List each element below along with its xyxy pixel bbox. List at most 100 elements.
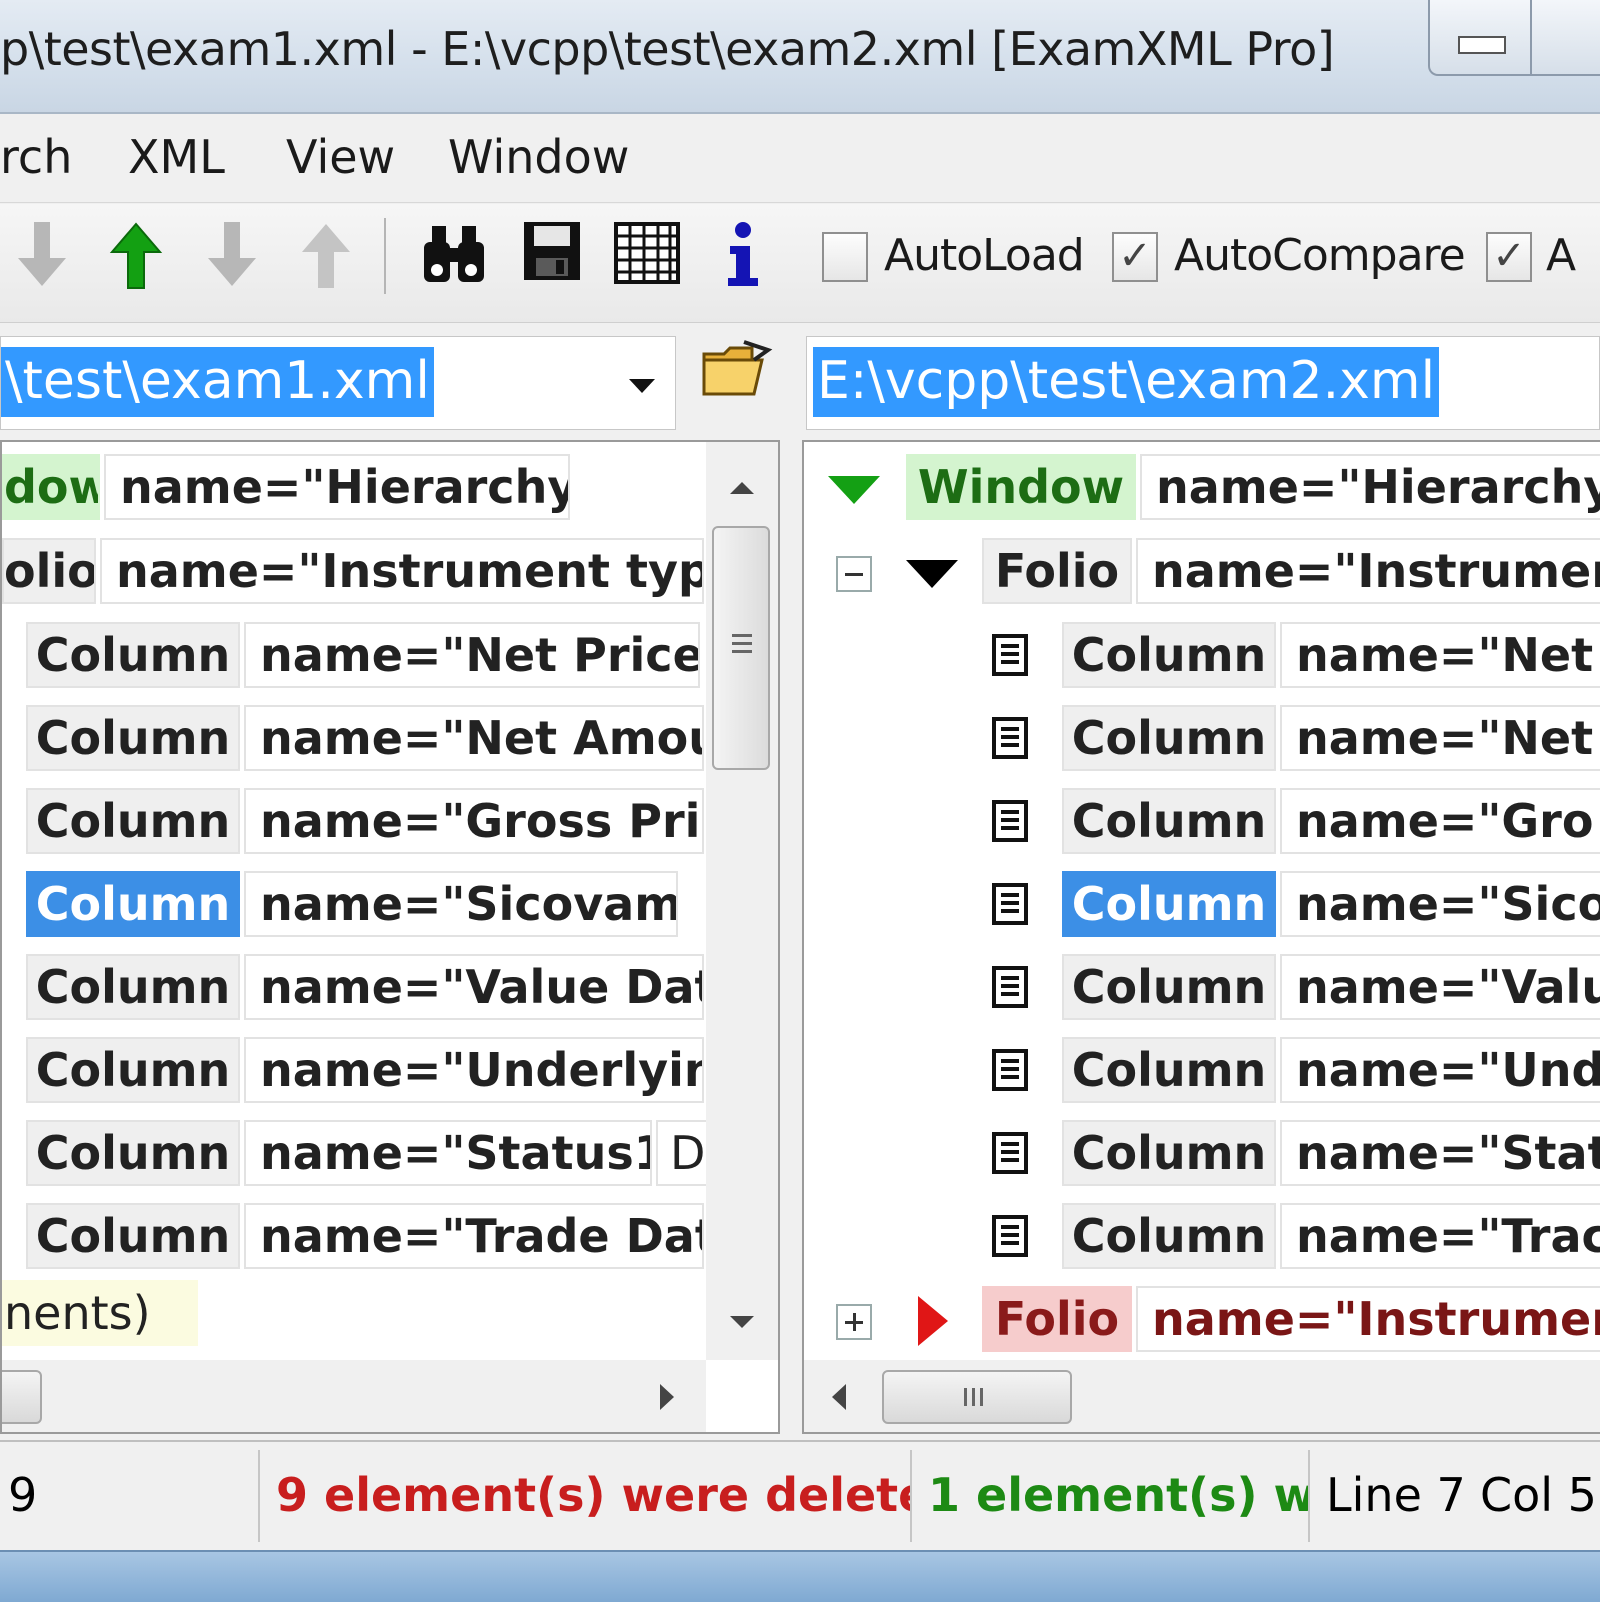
right-deleted-folio-tag[interactable]: Folio [982,1286,1132,1352]
previous-change-disabled-icon[interactable] [294,218,358,292]
right-column-attr[interactable]: name="Trac [1280,1203,1600,1269]
left-column-attr[interactable]: name="Status1" [244,1120,652,1186]
left-vertical-scrollbar[interactable] [706,442,778,1360]
right-column-tag[interactable]: Column [1062,705,1276,771]
status-line: Line 7 [1326,1468,1466,1522]
deleted-red-triangle-icon[interactable] [916,1294,950,1348]
left-column-attr[interactable]: name="Net Price" [244,622,700,688]
left-vscroll-thumb[interactable] [712,526,770,770]
left-column-attr[interactable]: name="Trade Date [244,1203,704,1269]
right-folio-attr[interactable]: name="Instrumen [1136,538,1600,604]
window-controls-divider [1530,0,1532,74]
taskbar-strip [0,1550,1600,1602]
right-column-attr[interactable]: name="Sico [1280,871,1600,937]
right-window-attr[interactable]: name="Hierarchy" [1140,454,1600,520]
left-column-attr[interactable]: name="Underlying [244,1037,704,1103]
third-option-label: A [1546,230,1576,281]
third-option-checkbox[interactable]: ✓ [1486,232,1532,282]
menu-xml[interactable]: XML [128,130,225,184]
status-col: Col 5 [1480,1468,1597,1522]
right-folio-tag[interactable]: Folio [982,538,1132,604]
right-column-tag[interactable]: Column [1062,871,1276,937]
scroll-down-arrow-icon[interactable] [728,1314,756,1330]
expand-plus-icon[interactable] [836,1304,872,1340]
autocompare-checkbox[interactable]: ✓ [1112,232,1158,282]
autoload-checkbox[interactable] [822,232,868,282]
left-column-tag[interactable]: Column [26,954,240,1020]
next-change-disabled-icon[interactable] [200,218,264,292]
left-column-attr[interactable]: name="Value Date [244,954,704,1020]
left-column-tag[interactable]: Column [26,1037,240,1103]
scroll-up-arrow-icon[interactable] [728,480,756,496]
menu-window[interactable]: Window [448,130,629,184]
minimize-button[interactable] [1458,36,1506,54]
window-controls [1428,0,1600,76]
right-column-tag[interactable]: Column [1062,788,1276,854]
right-tree-panel[interactable]: Window name="Hierarchy" Folio name="Inst… [802,440,1600,1434]
left-column-extra[interactable]: D [656,1120,710,1186]
right-column-tag[interactable]: Column [1062,1037,1276,1103]
right-column-tag[interactable]: Column [1062,1203,1276,1269]
toolbar-separator [384,218,386,294]
element-node-icon [992,966,1028,1008]
expanded-green-triangle-icon[interactable] [826,474,882,506]
left-tree-panel[interactable]: dow name="Hierarchy" olio name="Instrume… [0,440,780,1434]
right-hscroll-thumb[interactable] [882,1370,1072,1424]
left-file-path-value[interactable]: \test\exam1.xml [1,347,434,417]
right-column-attr[interactable]: name="Gro [1280,788,1600,854]
left-folio-tag[interactable]: olio [2,538,96,604]
right-column-attr[interactable]: name="Stat [1280,1120,1600,1186]
left-column-tag[interactable]: Column [26,705,240,771]
right-horizontal-scrollbar[interactable] [804,1360,1600,1432]
expanded-black-triangle-icon[interactable] [904,558,960,590]
right-column-attr[interactable]: name="Net [1280,705,1600,771]
right-column-attr[interactable]: name="Und [1280,1037,1600,1103]
left-horizontal-scrollbar[interactable] [2,1360,706,1432]
left-hscroll-thumb[interactable] [2,1370,42,1424]
left-column-attr[interactable]: name="Sicovam" [244,871,678,937]
left-collapsed-summary[interactable]: nents) [2,1280,198,1346]
left-column-attr[interactable]: name="Net Amoun [244,705,704,771]
element-node-icon [992,717,1028,759]
element-node-icon [992,634,1028,676]
previous-difference-icon[interactable] [104,218,168,292]
menu-bar: rch XML View Window [0,114,1600,203]
element-node-icon [992,1132,1028,1174]
open-folder-icon[interactable] [700,340,774,400]
dropdown-arrow-icon[interactable] [627,377,657,395]
left-column-tag[interactable]: Column [26,788,240,854]
status-deleted: 9 element(s) were deleted [262,1450,912,1542]
right-deleted-folio-attr[interactable]: name="Instrumen [1136,1286,1600,1352]
right-column-attr[interactable]: name="Net [1280,622,1600,688]
left-column-attr[interactable]: name="Gross Price [244,788,704,854]
right-file-path-value[interactable]: E:\vcpp\test\exam2.xml [813,347,1440,417]
left-column-tag[interactable]: Column [26,1203,240,1269]
right-column-tag[interactable]: Column [1062,1120,1276,1186]
next-difference-disabled-icon[interactable] [10,218,74,292]
right-column-attr[interactable]: name="Valu [1280,954,1600,1020]
status-count: 9 [0,1450,260,1542]
save-icon[interactable] [520,218,584,284]
right-file-path-combobox[interactable]: E:\vcpp\test\exam2.xml [806,336,1600,430]
window-title: p\test\exam1.xml - E:\vcpp\test\exam2.xm… [0,22,1335,76]
left-column-tag[interactable]: Column [26,622,240,688]
info-icon[interactable] [716,218,770,290]
menu-view[interactable]: View [286,130,395,184]
left-window-tag[interactable]: dow [2,454,100,520]
scroll-right-arrow-icon[interactable] [658,1382,676,1412]
right-column-tag[interactable]: Column [1062,954,1276,1020]
collapse-minus-icon[interactable] [836,556,872,592]
element-node-icon [992,1049,1028,1091]
scroll-left-arrow-icon[interactable] [830,1382,848,1412]
right-column-tag[interactable]: Column [1062,622,1276,688]
left-folio-attr[interactable]: name="Instrument type: [100,538,704,604]
table-grid-icon[interactable] [612,218,682,288]
left-window-attr[interactable]: name="Hierarchy" [104,454,570,520]
left-column-tag[interactable]: Column [26,1120,240,1186]
menu-search[interactable]: rch [0,130,72,184]
left-file-path-combobox[interactable]: \test\exam1.xml [0,336,676,430]
binoculars-icon[interactable] [418,218,490,290]
left-column-tag[interactable]: Column [26,871,240,937]
right-window-tag[interactable]: Window [906,454,1136,520]
status-added: 1 element(s) wer [914,1450,1310,1542]
